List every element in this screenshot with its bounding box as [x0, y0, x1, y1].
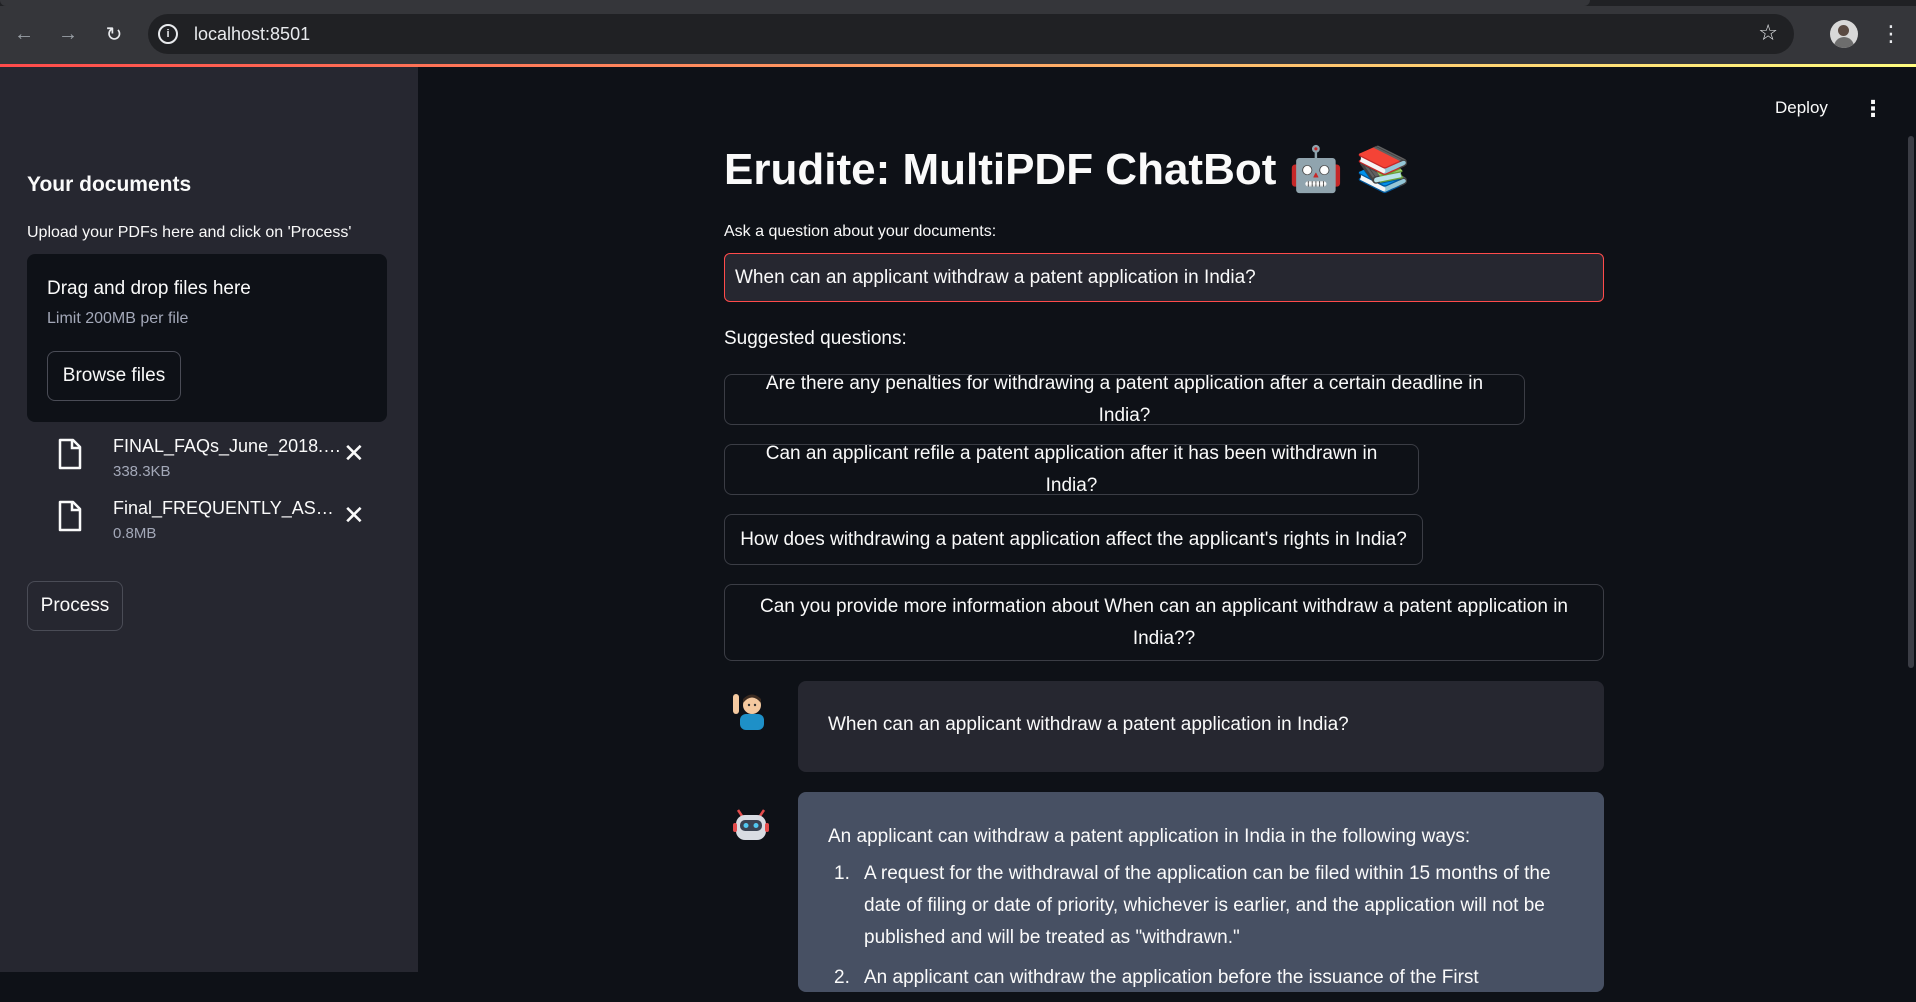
answer-text: An applicant can withdraw the applicatio… [864, 967, 1479, 988]
user-message-text: When can an applicant withdraw a patent … [828, 714, 1349, 735]
back-arrow-icon[interactable]: ← [10, 20, 38, 48]
robot-avatar-icon [733, 809, 769, 840]
process-button[interactable]: Process [27, 581, 123, 631]
file-dropzone[interactable]: Drag and drop files here Limit 200MB per… [27, 254, 387, 422]
remove-file-close-icon[interactable]: ✕ [343, 438, 365, 469]
site-info-icon[interactable]: i [158, 24, 178, 44]
answer-text: A request for the withdrawal of the appl… [864, 863, 1551, 948]
address-bar[interactable]: i localhost:8501 ☆ [148, 14, 1794, 54]
suggested-question-button[interactable]: Can you provide more information about W… [724, 584, 1604, 661]
assistant-message-intro: An applicant can withdraw a patent appli… [828, 826, 1471, 847]
list-number: 2. [834, 967, 850, 988]
assistant-chat-message: An applicant can withdraw a patent appli… [798, 792, 1604, 992]
main-menu-icon[interactable]: ⋮ [1862, 96, 1884, 122]
suggested-questions-label: Suggested questions: [724, 328, 907, 349]
tab-strip [0, 0, 1916, 6]
file-size: 338.3KB [113, 463, 171, 480]
active-tab-edge [0, 0, 1590, 6]
file-icon [58, 438, 82, 470]
user-chat-message: When can an applicant withdraw a patent … [798, 681, 1604, 772]
suggested-question-button[interactable]: Can an applicant refile a patent applica… [724, 443, 1419, 496]
file-icon [58, 500, 82, 532]
uploaded-file-row: FINAL_FAQs_June_2018.pdf 338.3KB ✕ [27, 432, 387, 488]
url-text: localhost:8501 [194, 24, 311, 44]
question-input[interactable] [724, 253, 1604, 302]
suggested-question-button[interactable]: Are there any penalties for withdrawing … [724, 373, 1525, 426]
reload-icon[interactable]: ↻ [100, 20, 128, 48]
browser-toolbar: ← → ↻ i localhost:8501 ☆ ⋮ [0, 0, 1916, 64]
dropzone-limit: Limit 200MB per file [47, 310, 189, 327]
sidebar-title: Your documents [27, 173, 192, 196]
forward-arrow-icon[interactable]: → [54, 20, 82, 48]
browse-files-button[interactable]: Browse files [47, 351, 181, 401]
file-size: 0.8MB [113, 525, 157, 542]
profile-avatar-icon[interactable] [1830, 20, 1858, 48]
dropzone-title: Drag and drop files here [47, 278, 251, 299]
suggested-question-button[interactable]: How does withdrawing a patent applicatio… [724, 514, 1423, 565]
file-name: FINAL_FAQs_June_2018.pdf [113, 436, 343, 456]
sidebar-subtitle: Upload your PDFs here and click on 'Proc… [27, 224, 352, 241]
scrollbar[interactable] [1908, 136, 1914, 668]
question-label: Ask a question about your documents: [724, 223, 997, 240]
answer-list-item: 2. An applicant can withdraw the applicat… [828, 962, 1568, 994]
file-name: Final_FREQUENTLY_ASKED_QUESTIONS.pdf [113, 498, 343, 518]
assistant-answer-list: 1. A request for the withdrawal of the ap… [828, 858, 1568, 1002]
deploy-button[interactable]: Deploy [1775, 98, 1828, 118]
answer-list-item: 1. A request for the withdrawal of the ap… [828, 858, 1568, 954]
browser-menu-icon[interactable]: ⋮ [1880, 20, 1902, 48]
bookmark-star-icon[interactable]: ☆ [1758, 20, 1778, 46]
sidebar: Your documents Upload your PDFs here and… [0, 67, 418, 972]
page-title: Erudite: MultiPDF ChatBot 🤖 📚 [724, 145, 1411, 194]
uploaded-file-row: Final_FREQUENTLY_ASKED_QUESTIONS.pdf 0.8… [27, 494, 387, 550]
list-number: 1. [834, 863, 850, 884]
remove-file-close-icon[interactable]: ✕ [343, 500, 365, 531]
user-avatar-icon [733, 694, 764, 730]
